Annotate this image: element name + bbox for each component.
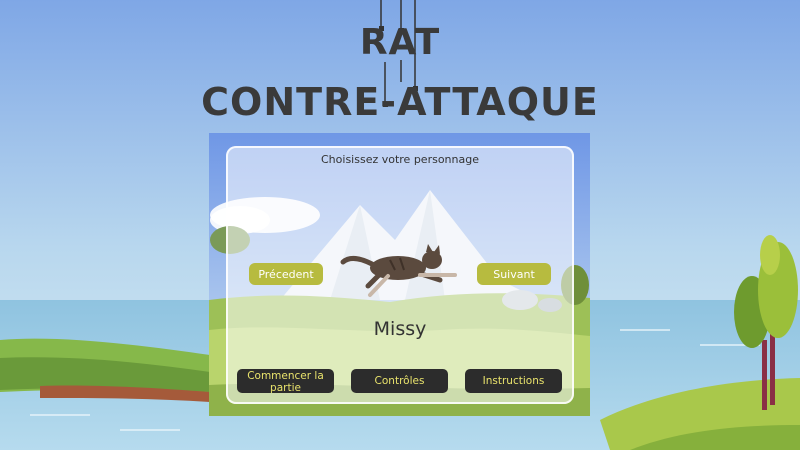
game-title-line2: CONTRE-ATTAQUE bbox=[201, 80, 599, 124]
game-title-line1: RAT bbox=[359, 22, 441, 63]
controls-button[interactable]: Contrôles bbox=[351, 369, 448, 393]
next-button[interactable]: Suivant bbox=[477, 263, 551, 285]
character-select-heading: Choisissez votre personnage bbox=[321, 153, 479, 166]
start-game-button[interactable]: Commencer la partie bbox=[237, 369, 334, 394]
character-name: Missy bbox=[373, 318, 427, 340]
previous-button[interactable]: Précedent bbox=[249, 263, 323, 285]
running-cat-icon bbox=[340, 244, 457, 297]
instructions-button[interactable]: Instructions bbox=[465, 369, 562, 393]
